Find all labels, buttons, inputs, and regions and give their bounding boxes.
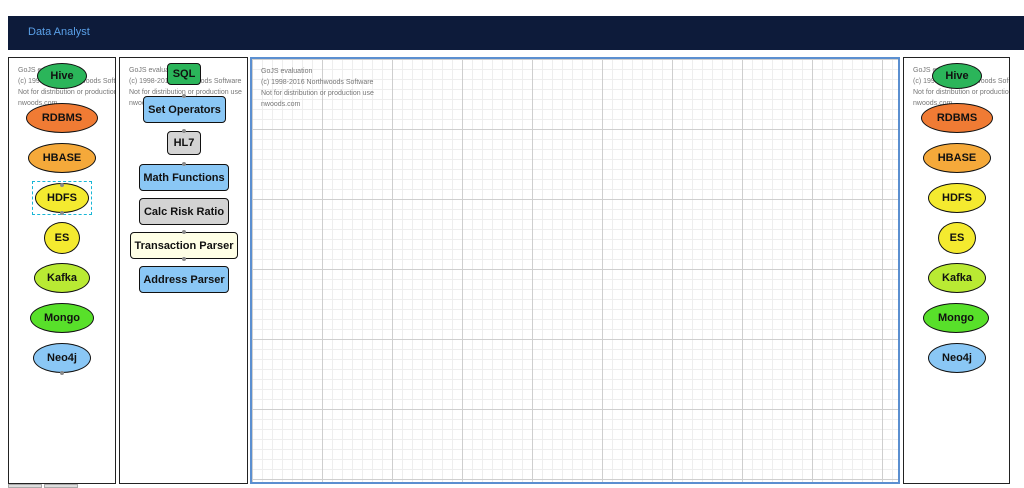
port-dot — [182, 162, 186, 166]
port-dot — [60, 371, 64, 375]
palette-node-hdfs[interactable]: HDFS — [928, 183, 986, 213]
app-title[interactable]: Data Analyst — [28, 26, 90, 38]
palette-node-set-operators[interactable]: Set Operators — [143, 96, 226, 123]
palette-node-rdbms[interactable]: RDBMS — [26, 103, 98, 133]
palette-node-math-functions[interactable]: Math Functions — [139, 164, 229, 191]
port-dot — [60, 211, 64, 215]
source-palette[interactable]: GoJS evaluation(c) 1998-2016 Northwoods … — [8, 57, 116, 484]
target-palette[interactable]: GoJS evaluation(c) 1998-2016 Northwoods … — [903, 57, 1010, 484]
palette-node-neo4j[interactable]: Neo4j — [33, 343, 91, 373]
palette-node-mongo[interactable]: Mongo — [30, 303, 94, 333]
palette-node-sql[interactable]: SQL — [167, 63, 201, 85]
palette-node-hdfs[interactable]: HDFS — [35, 183, 89, 213]
port-dot — [182, 94, 186, 98]
port-dot — [182, 230, 186, 234]
palette-node-es[interactable]: ES — [44, 222, 80, 254]
gojs-watermark: GoJS evaluation(c) 1998-2016 Northwoods … — [261, 68, 374, 108]
palette-node-transaction-parser[interactable]: Transaction Parser — [130, 232, 238, 259]
bottom-tab[interactable] — [44, 484, 78, 488]
bottom-tab[interactable] — [8, 484, 42, 488]
top-navbar: Data Analyst — [8, 16, 1024, 50]
palette-node-hive[interactable]: Hive — [37, 63, 87, 89]
palette-node-hl7[interactable]: HL7 — [167, 131, 201, 155]
palette-node-mongo[interactable]: Mongo — [923, 303, 989, 333]
operator-palette[interactable]: GoJS evaluation(c) 1998-2016 Northwoods … — [119, 57, 248, 484]
port-dot — [60, 183, 64, 187]
palette-node-kafka[interactable]: Kafka — [928, 263, 986, 293]
palette-node-hbase[interactable]: HBASE — [28, 143, 96, 173]
palette-node-neo4j[interactable]: Neo4j — [928, 343, 986, 373]
palette-node-hbase[interactable]: HBASE — [923, 143, 991, 173]
port-dot — [182, 257, 186, 261]
palette-node-calc-risk-ratio[interactable]: Calc Risk Ratio — [139, 198, 229, 225]
palette-node-es[interactable]: ES — [938, 222, 976, 254]
palette-node-address-parser[interactable]: Address Parser — [139, 266, 229, 293]
port-dot — [182, 129, 186, 133]
palette-node-rdbms[interactable]: RDBMS — [921, 103, 993, 133]
palette-node-kafka[interactable]: Kafka — [34, 263, 90, 293]
diagram-canvas[interactable]: GoJS evaluation (c) 1998-2016 Northwoods … — [250, 57, 900, 484]
palette-node-hive[interactable]: Hive — [932, 63, 982, 89]
